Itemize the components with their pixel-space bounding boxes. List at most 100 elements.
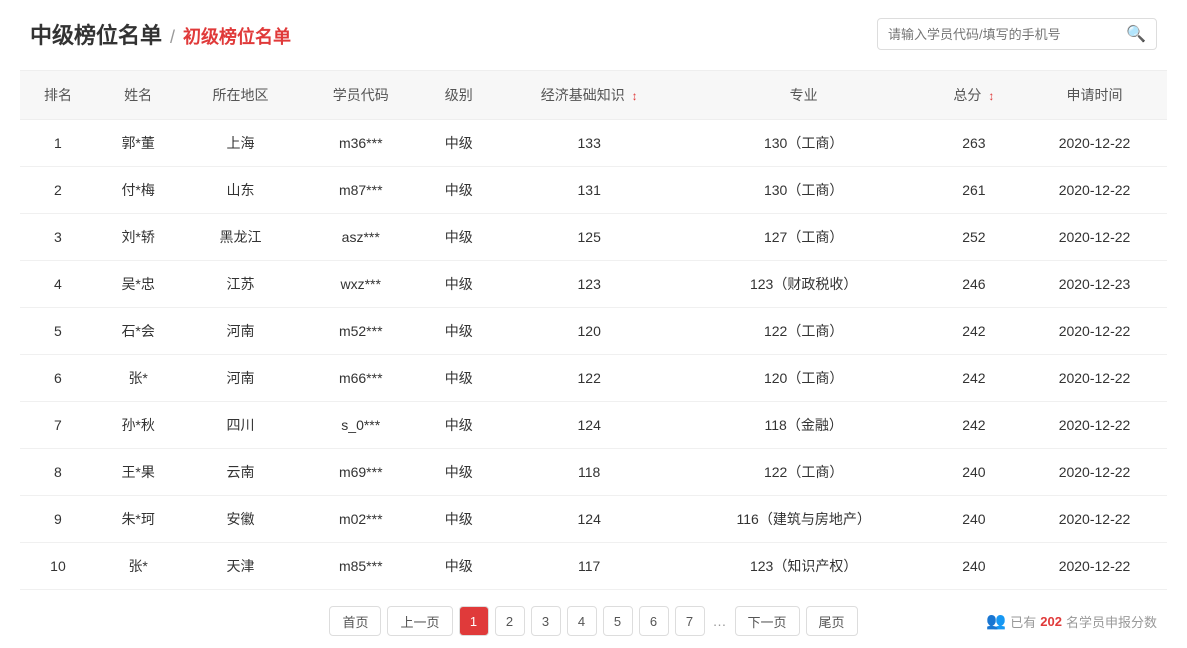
cell-code: m66***	[301, 355, 421, 402]
cell-date: 2020-12-22	[1022, 543, 1167, 590]
cell-major: 116（建筑与房地产）	[682, 496, 926, 543]
cell-region: 四川	[180, 402, 300, 449]
table-header-row: 排名 姓名 所在地区 学员代码 级别 经济基础知识 ↕ 专业 总分 ↕ 申请时间	[20, 71, 1167, 120]
table-row: 9朱*珂安徽m02***中级124116（建筑与房地产）2402020-12-2…	[20, 496, 1167, 543]
member-suffix: 名学员申报分数	[1066, 612, 1157, 631]
title-sub[interactable]: 初级榜位名单	[183, 23, 291, 49]
cell-major: 123（财政税收）	[682, 261, 926, 308]
cell-code: m87***	[301, 167, 421, 214]
cell-date: 2020-12-22	[1022, 167, 1167, 214]
page-header: 中级榜位名单 / 初级榜位名单 🔍	[0, 0, 1187, 60]
cell-economics: 124	[497, 496, 682, 543]
cell-major: 120（工商）	[682, 355, 926, 402]
pagination-首页[interactable]: 首页	[329, 606, 381, 636]
cell-date: 2020-12-22	[1022, 120, 1167, 167]
cell-region: 天津	[180, 543, 300, 590]
member-number: 202	[1040, 614, 1062, 629]
cell-level: 中级	[421, 261, 497, 308]
cell-level: 中级	[421, 167, 497, 214]
cell-name: 张*	[96, 355, 181, 402]
cell-total: 252	[926, 214, 1022, 261]
cell-rank: 6	[20, 355, 96, 402]
cell-code: s_0***	[301, 402, 421, 449]
cell-level: 中级	[421, 308, 497, 355]
cell-economics: 122	[497, 355, 682, 402]
cell-total: 240	[926, 496, 1022, 543]
table-row: 8王*果云南m69***中级118122（工商）2402020-12-22	[20, 449, 1167, 496]
cell-major: 122（工商）	[682, 449, 926, 496]
page-btn-6[interactable]: 6	[639, 606, 669, 636]
cell-rank: 8	[20, 449, 96, 496]
table-row: 7孙*秋四川s_0***中级124118（金融）2422020-12-22	[20, 402, 1167, 449]
page-btn-5[interactable]: 5	[603, 606, 633, 636]
search-icon[interactable]: 🔍	[1126, 24, 1146, 44]
page-btn-2[interactable]: 2	[495, 606, 525, 636]
col-economics[interactable]: 经济基础知识 ↕	[497, 71, 682, 120]
search-box[interactable]: 🔍	[877, 18, 1157, 50]
footer-right: 👥 已有 202 名学员申报分数	[937, 611, 1157, 631]
page-btn-7[interactable]: 7	[675, 606, 705, 636]
cell-economics: 133	[497, 120, 682, 167]
cell-date: 2020-12-22	[1022, 402, 1167, 449]
cell-date: 2020-12-22	[1022, 214, 1167, 261]
page-btn-3[interactable]: 3	[531, 606, 561, 636]
cell-rank: 3	[20, 214, 96, 261]
cell-name: 郭*董	[96, 120, 181, 167]
cell-total: 246	[926, 261, 1022, 308]
cell-date: 2020-12-22	[1022, 308, 1167, 355]
col-total[interactable]: 总分 ↕	[926, 71, 1022, 120]
cell-economics: 120	[497, 308, 682, 355]
cell-name: 付*梅	[96, 167, 181, 214]
cell-economics: 124	[497, 402, 682, 449]
pagination-上一页[interactable]: 上一页	[387, 606, 452, 636]
cell-date: 2020-12-22	[1022, 496, 1167, 543]
pagination-下一页[interactable]: 下一页	[735, 606, 800, 636]
table-row: 3刘*轿黑龙江asz***中级125127（工商）2522020-12-22	[20, 214, 1167, 261]
cell-code: wxz***	[301, 261, 421, 308]
cell-total: 263	[926, 120, 1022, 167]
pagination-尾页[interactable]: 尾页	[806, 606, 858, 636]
cell-rank: 1	[20, 120, 96, 167]
table-row: 1郭*董上海m36***中级133130（工商）2632020-12-22	[20, 120, 1167, 167]
cell-economics: 117	[497, 543, 682, 590]
cell-total: 242	[926, 402, 1022, 449]
cell-code: m36***	[301, 120, 421, 167]
cell-total: 242	[926, 355, 1022, 402]
table-row: 6张*河南m66***中级122120（工商）2422020-12-22	[20, 355, 1167, 402]
rankings-table: 排名 姓名 所在地区 学员代码 级别 经济基础知识 ↕ 专业 总分 ↕ 申请时间…	[20, 70, 1167, 590]
cell-name: 石*会	[96, 308, 181, 355]
cell-major: 130（工商）	[682, 167, 926, 214]
cell-major: 122（工商）	[682, 308, 926, 355]
cell-date: 2020-12-23	[1022, 261, 1167, 308]
cell-region: 河南	[180, 308, 300, 355]
col-date: 申请时间	[1022, 71, 1167, 120]
cell-region: 黑龙江	[180, 214, 300, 261]
cell-level: 中级	[421, 402, 497, 449]
cell-economics: 118	[497, 449, 682, 496]
title-divider: /	[170, 27, 175, 48]
cell-code: asz***	[301, 214, 421, 261]
col-region: 所在地区	[180, 71, 300, 120]
cell-rank: 7	[20, 402, 96, 449]
cell-code: m52***	[301, 308, 421, 355]
cell-major: 127（工商）	[682, 214, 926, 261]
cell-level: 中级	[421, 355, 497, 402]
cell-region: 河南	[180, 355, 300, 402]
cell-major: 118（金融）	[682, 402, 926, 449]
cell-total: 261	[926, 167, 1022, 214]
cell-region: 上海	[180, 120, 300, 167]
table-row: 5石*会河南m52***中级120122（工商）2422020-12-22	[20, 308, 1167, 355]
cell-region: 安徽	[180, 496, 300, 543]
page-btn-1[interactable]: 1	[459, 606, 489, 636]
economics-sort-icon: ↕	[632, 89, 638, 103]
page-footer: 首页上一页1234567…下一页尾页 👥 已有 202 名学员申报分数	[0, 594, 1187, 648]
cell-total: 242	[926, 308, 1022, 355]
search-input[interactable]	[888, 27, 1120, 42]
cell-total: 240	[926, 449, 1022, 496]
cell-code: m02***	[301, 496, 421, 543]
table-row: 2付*梅山东m87***中级131130（工商）2612020-12-22	[20, 167, 1167, 214]
cell-major: 130（工商）	[682, 120, 926, 167]
cell-name: 朱*珂	[96, 496, 181, 543]
page-btn-4[interactable]: 4	[567, 606, 597, 636]
cell-economics: 123	[497, 261, 682, 308]
